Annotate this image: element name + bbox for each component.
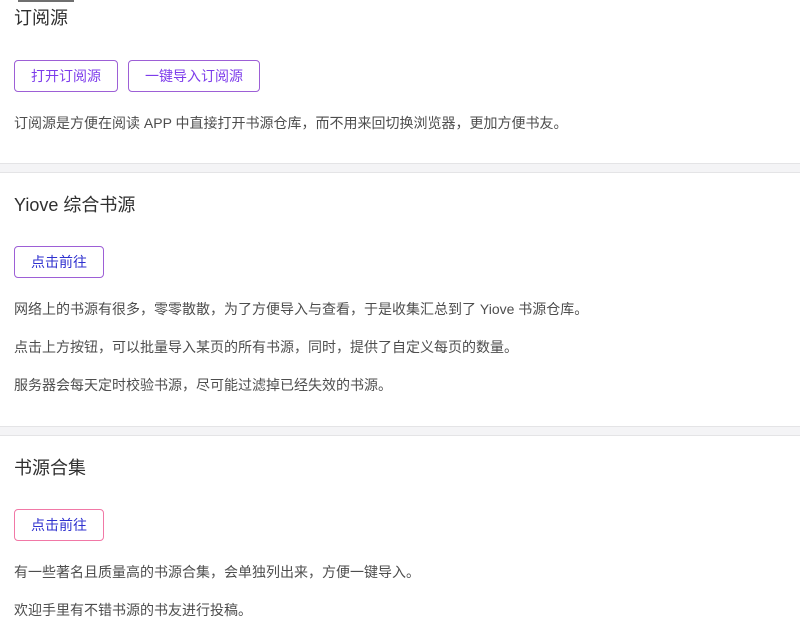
section-yiove-sources: Yiove 综合书源 点击前往 网络上的书源有很多，零零散散，为了方便导入与查看…	[0, 173, 800, 426]
yiove-description-3: 服务器会每天定时校验书源，尽可能过滤掉已经失效的书源。	[14, 375, 786, 395]
yiove-description-2: 点击上方按钮，可以批量导入某页的所有书源，同时，提供了自定义每页的数量。	[14, 337, 786, 357]
section-divider	[0, 426, 800, 436]
yiove-button-row: 点击前往	[14, 246, 786, 278]
section-yiove-heading: Yiove 综合书源	[14, 192, 786, 218]
collection-description-2: 欢迎手里有不错书源的书友进行投稿。	[14, 600, 786, 620]
section-subscription-heading: 订阅源	[14, 5, 786, 31]
section-subscription-source: 订阅源 打开订阅源 一键导入订阅源 订阅源是方便在阅读 APP 中直接打开书源仓…	[0, 0, 800, 163]
subscription-description: 订阅源是方便在阅读 APP 中直接打开书源仓库，而不用来回切换浏览器，更加方便书…	[14, 113, 786, 133]
subscription-button-row: 打开订阅源 一键导入订阅源	[14, 60, 786, 92]
open-subscription-button[interactable]: 打开订阅源	[14, 60, 118, 92]
section-divider	[0, 163, 800, 173]
goto-collection-button[interactable]: 点击前往	[14, 509, 104, 541]
collection-description-1: 有一些著名且质量高的书源合集，会单独列出来，方便一键导入。	[14, 562, 786, 582]
one-click-import-subscription-button[interactable]: 一键导入订阅源	[128, 60, 260, 92]
book-source-page: 订阅源 打开订阅源 一键导入订阅源 订阅源是方便在阅读 APP 中直接打开书源仓…	[0, 0, 800, 620]
section-collection-heading: 书源合集	[14, 455, 786, 481]
section-source-collection: 书源合集 点击前往 有一些著名且质量高的书源合集，会单独列出来，方便一键导入。 …	[0, 436, 800, 620]
goto-yiove-button[interactable]: 点击前往	[14, 246, 104, 278]
yiove-description-1: 网络上的书源有很多，零零散散，为了方便导入与查看，于是收集汇总到了 Yiove …	[14, 299, 786, 319]
clipped-content-above	[18, 0, 74, 2]
collection-button-row: 点击前往	[14, 509, 786, 541]
